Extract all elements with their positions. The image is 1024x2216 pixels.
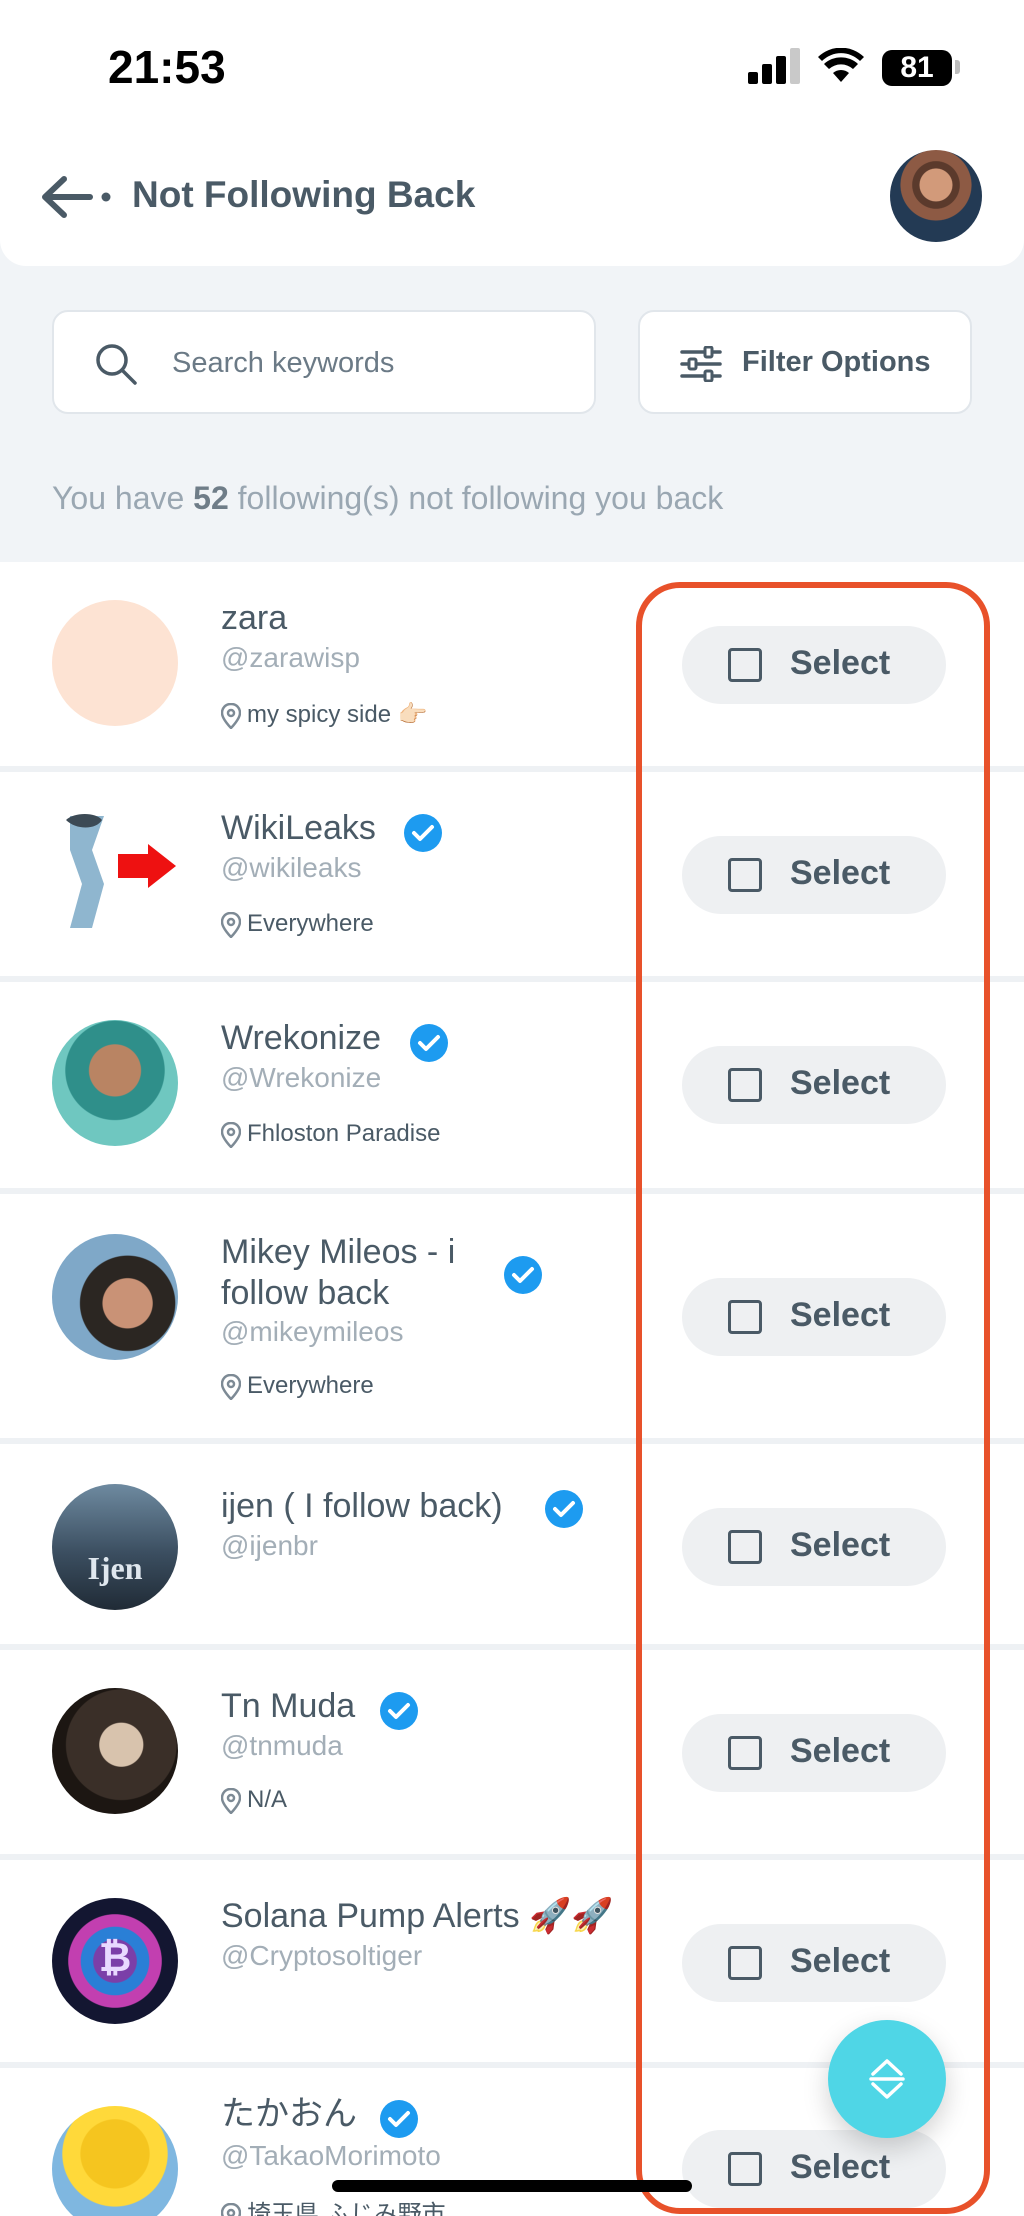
select-button[interactable]: Select [682,1924,946,2002]
user-handle: @Cryptosoltiger [221,1940,423,1971]
cellular-signal-icon [748,48,802,84]
location-pin-icon [221,702,241,729]
select-label: Select [790,1064,891,1102]
search-box[interactable] [52,310,596,414]
user-location: Everywhere [221,1372,374,1400]
select-button[interactable]: Select [682,626,946,704]
verified-badge-icon [410,1024,448,1062]
user-name: たかおん [221,2095,357,2133]
user-avatar[interactable] [52,2106,178,2216]
select-label: Select [790,1296,891,1334]
location-pin-icon [221,911,241,938]
location-pin-icon [221,1787,241,1814]
not-following-count: 52 [193,480,229,516]
avatar-text: Ijen [87,1550,143,1586]
sort-fab-button[interactable] [828,2020,946,2138]
search-input[interactable] [172,336,572,390]
home-indicator[interactable] [332,2180,692,2192]
select-button[interactable]: Select [682,1508,946,1586]
select-button[interactable]: Select [682,1278,946,1356]
location-pin-icon [221,2202,241,2216]
verified-badge-icon [380,1692,418,1730]
user-handle: @tnmuda [221,1730,343,1761]
location-pin-icon [221,1373,241,1400]
select-button[interactable]: Select [682,2130,946,2208]
user-avatar[interactable] [52,1234,178,1360]
verified-badge-icon [504,1256,542,1294]
user-name: ijen ( I follow back) [221,1487,503,1525]
verified-badge-icon [404,814,442,852]
select-label: Select [790,644,891,682]
user-location: 埼玉県 ふじみ野市 [221,2194,446,2216]
wikileaks-logo-icon [66,814,176,928]
user-avatar[interactable] [52,1020,178,1146]
select-checkbox[interactable] [728,858,762,892]
select-label: Select [790,854,891,892]
select-checkbox[interactable] [728,1736,762,1770]
battery-tip [955,60,960,74]
user-location: Everywhere [221,910,374,938]
search-icon [96,344,137,385]
user-name: Wrekonize [221,1019,381,1057]
sort-icon [869,2059,905,2099]
user-handle: @ijenbr [221,1530,318,1561]
profile-avatar[interactable] [890,150,982,242]
user-avatar[interactable] [52,810,178,936]
select-button[interactable]: Select [682,1714,946,1792]
select-label: Select [790,2148,891,2186]
app-header: Not Following Back [0,130,1024,266]
select-checkbox[interactable] [728,648,762,682]
user-handle: @wikileaks [221,852,362,883]
location-pin-icon [221,1121,241,1148]
select-label: Select [790,1526,891,1564]
battery-icon: 81 [882,50,952,86]
verified-badge-icon [545,1490,583,1528]
page-title: Not Following Back [132,174,476,215]
user-location: my spicy side 👉🏻 [221,700,428,729]
filter-options-label: Filter Options [742,346,931,378]
user-row: Wrekonize @Wrekonize Fhloston Paradise S… [0,982,1024,1194]
user-handle: @TakaoMorimoto [221,2140,441,2171]
user-handle: @zarawisp [221,642,360,673]
select-button[interactable]: Select [682,1046,946,1124]
user-name: zara [221,599,288,637]
select-checkbox[interactable] [728,1068,762,1102]
select-label: Select [790,1942,891,1980]
select-checkbox[interactable] [728,1300,762,1334]
filter-sliders-icon [680,346,722,382]
filter-options-button[interactable]: Filter Options [638,310,972,414]
bitcoin-icon: ₿ [98,1936,132,1980]
verified-badge-icon [380,2100,418,2138]
user-avatar[interactable] [52,600,178,726]
user-name: Tn Muda [221,1687,356,1725]
select-button[interactable]: Select [682,836,946,914]
summary-text: You have 52 following(s) not following y… [52,480,724,516]
user-handle: @Wrekonize [221,1062,382,1093]
select-checkbox[interactable] [728,2152,762,2186]
user-avatar[interactable]: ₿ [52,1898,178,2024]
user-name: Solana Pump Alerts 🚀🚀 [221,1897,614,1935]
user-row: WikiLeaks @wikileaks Everywhere Select [0,772,1024,982]
back-arrow-icon[interactable] [40,174,116,220]
user-name: WikiLeaks [221,809,376,847]
user-avatar[interactable] [52,1688,178,1814]
user-location: Fhloston Paradise [221,1120,440,1148]
user-row: zara @zarawisp my spicy side 👉🏻 Select [0,562,1024,772]
user-location: N/A [221,1786,287,1814]
select-checkbox[interactable] [728,1530,762,1564]
select-label: Select [790,1732,891,1770]
status-time: 21:53 [108,41,226,93]
wifi-icon [818,48,864,82]
status-bar: 21:53 81 [0,0,1024,130]
user-row: Mikey Mileos - i follow back @mikeymileo… [0,1194,1024,1444]
user-row: Tn Muda @tnmuda N/A Select [0,1650,1024,1860]
user-avatar[interactable]: Ijen [52,1484,178,1610]
user-row: Ijen ijen ( I follow back) @ijenbr Selec… [0,1444,1024,1650]
user-name: Mikey Mileos - i follow back [221,1233,456,1312]
select-checkbox[interactable] [728,1946,762,1980]
user-handle: @mikeymileos [221,1316,404,1347]
